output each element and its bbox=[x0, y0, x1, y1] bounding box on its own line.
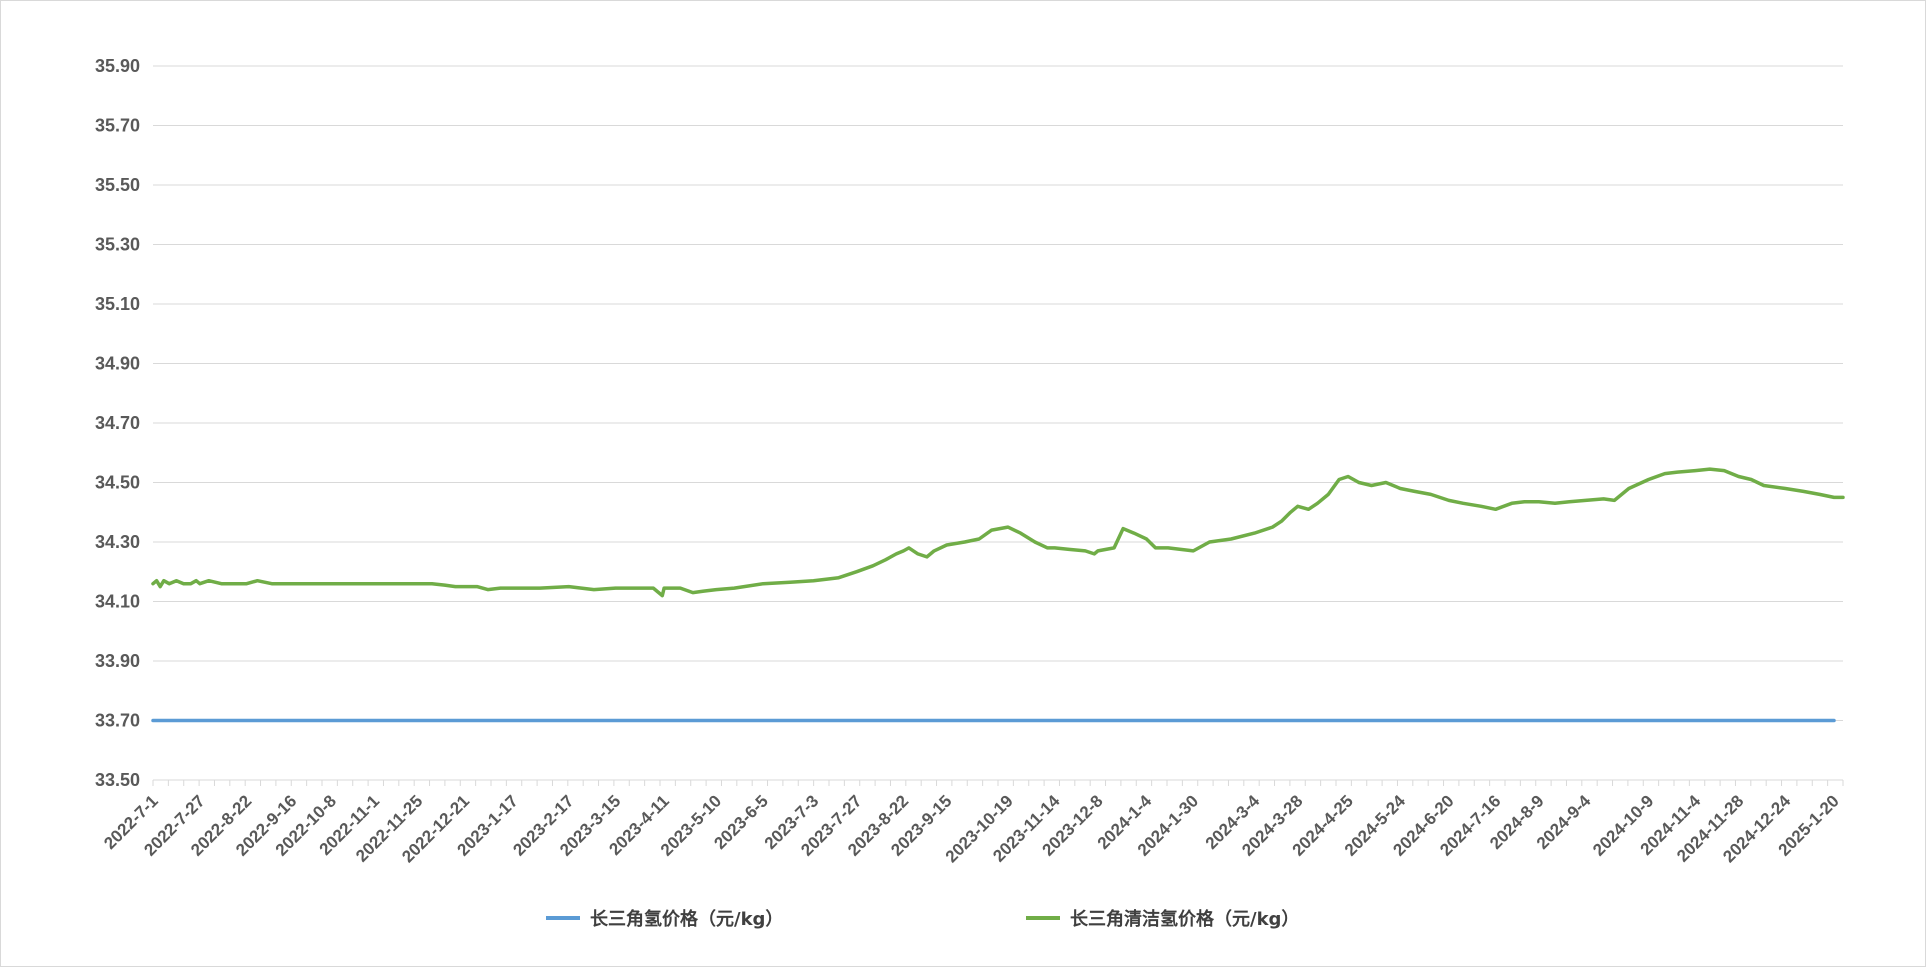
y-tick-label: 33.70 bbox=[95, 711, 140, 731]
y-tick-label: 33.90 bbox=[95, 651, 140, 671]
series-line-1 bbox=[151, 467, 1845, 598]
y-tick-label: 35.70 bbox=[95, 116, 140, 136]
y-tick-label: 35.10 bbox=[95, 294, 140, 314]
line-chart: 33.50 33.70 33.90 34.10 34.30 34.50 34.70 34.90… bbox=[95, 56, 1845, 866]
gridlines bbox=[153, 65, 1843, 721]
y-tick-label: 35.90 bbox=[95, 56, 140, 76]
legend-label: 长三角清洁氢价格（元/kg） bbox=[1070, 909, 1300, 930]
series-lines bbox=[151, 467, 1845, 723]
y-tick-label: 33.50 bbox=[95, 770, 140, 790]
y-tick-label: 34.70 bbox=[95, 413, 140, 433]
y-tick-label: 34.50 bbox=[95, 473, 140, 493]
legend-label: 长三角氢价格（元/kg） bbox=[590, 909, 784, 930]
legend-item-clean-hydrogen-price: 长三角清洁氢价格（元/kg） bbox=[1026, 905, 1299, 931]
legend-item-hydrogen-price: 长三角氢价格（元/kg） bbox=[546, 905, 783, 931]
y-axis-ticks: 33.50 33.70 33.90 34.10 34.30 34.50 34.70 34.90… bbox=[95, 56, 140, 790]
y-tick-label: 35.30 bbox=[95, 235, 140, 255]
y-tick-label: 34.30 bbox=[95, 532, 140, 552]
y-tick-label: 34.90 bbox=[95, 354, 140, 374]
y-tick-label: 34.10 bbox=[95, 592, 140, 612]
y-tick-label: 35.50 bbox=[95, 175, 140, 195]
legend-swatch-green bbox=[1026, 916, 1060, 920]
x-axis: 2022-7-12022-7-272022-8-222022-9-162022-… bbox=[100, 779, 1844, 866]
legend-swatch-blue bbox=[546, 916, 580, 920]
